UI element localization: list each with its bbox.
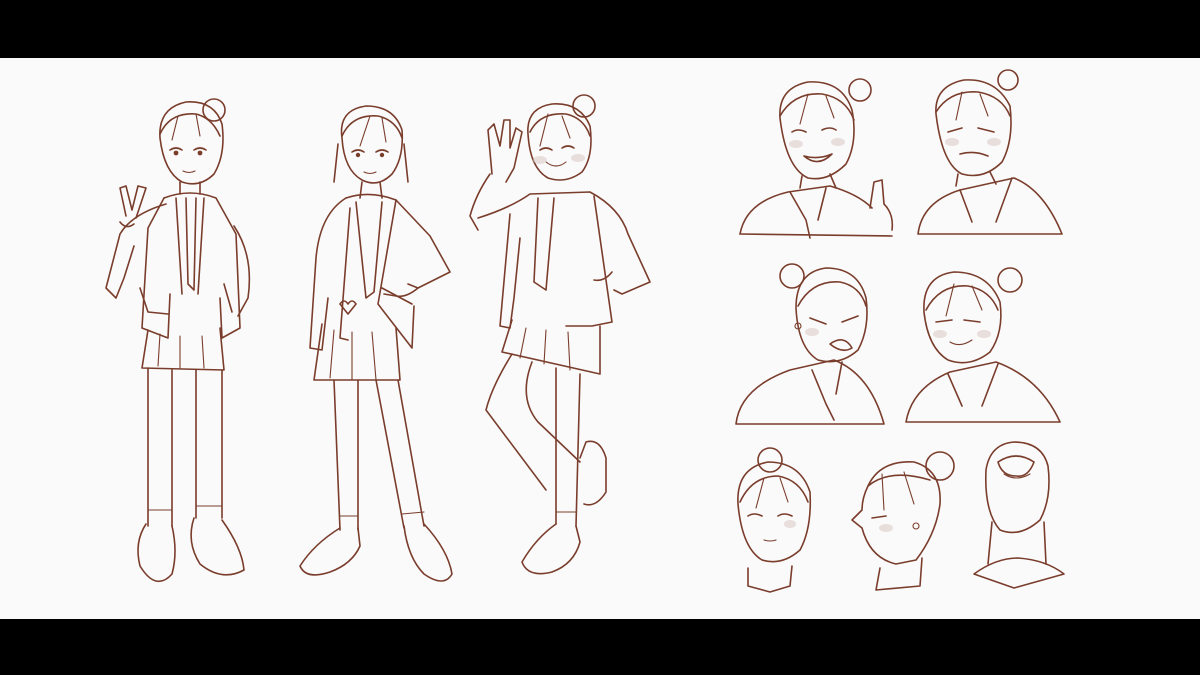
sketch-artwork xyxy=(105,69,1065,593)
figure-hand-on-hip xyxy=(299,105,453,582)
headshot-angry xyxy=(735,263,885,425)
headshot-front xyxy=(737,447,812,593)
letterbox-bottom xyxy=(0,619,1200,675)
figure-peace-sign xyxy=(105,98,251,583)
headshot-profile xyxy=(851,451,955,591)
sketch-canvas xyxy=(0,58,1200,619)
letterbox-top xyxy=(0,0,1200,58)
headshot-wincing xyxy=(917,69,1063,235)
headshot-laughing xyxy=(739,78,894,239)
figure-waving xyxy=(469,94,651,575)
image-frame xyxy=(0,0,1200,675)
headshot-smug xyxy=(905,267,1061,423)
headshot-back xyxy=(973,441,1065,589)
